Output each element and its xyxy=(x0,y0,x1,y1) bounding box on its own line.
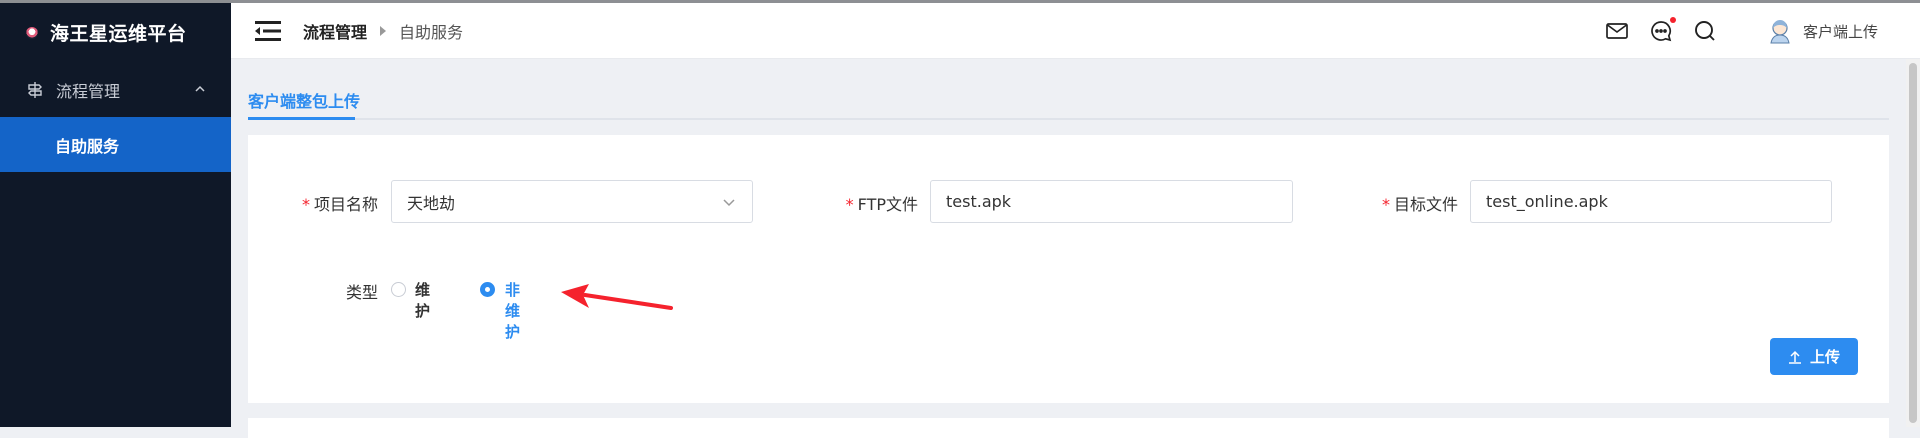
notification-dot xyxy=(1669,17,1676,23)
ftp-file-input[interactable]: test.apk xyxy=(930,180,1293,223)
ftp-file-value: test.apk xyxy=(946,192,1012,211)
project-name-label-text: 项目名称 xyxy=(314,195,379,214)
type-label: 类型 xyxy=(345,283,378,302)
radio-maintenance-label[interactable]: 维护 xyxy=(415,279,430,321)
target-file-input[interactable]: test_online.apk xyxy=(1470,180,1832,223)
sidebar-group-process[interactable]: 流程管理 xyxy=(0,62,231,117)
sidebar-item-label: 自助服务 xyxy=(55,136,120,156)
breadcrumb: 流程管理 自助服务 xyxy=(303,19,463,43)
radio-maintenance[interactable] xyxy=(391,282,406,297)
target-file-label-text: 目标文件 xyxy=(1393,195,1458,214)
project-name-label: * 项目名称 xyxy=(302,191,378,215)
radio-non-maintenance-label[interactable]: 非维护 xyxy=(505,279,520,342)
ftp-file-label-text: FTP文件 xyxy=(857,195,918,214)
upload-form-card: * 项目名称 天地劫 * FTP文件 test.apk * 目标文件 test_onl… xyxy=(248,135,1889,403)
project-name-select[interactable]: 天地劫 xyxy=(391,180,753,223)
brand[interactable]: 海王星运维平台 xyxy=(0,3,231,62)
chat-bubble-icon xyxy=(1651,21,1672,42)
header-actions: 客户端上传 xyxy=(1605,3,1920,59)
caret-right-icon xyxy=(380,25,387,36)
upload-icon xyxy=(1788,350,1801,364)
mail-icon[interactable] xyxy=(1605,19,1629,43)
upload-button-label: 上传 xyxy=(1809,348,1840,366)
top-header: 流程管理 自助服务 客户端上传 xyxy=(231,3,1920,59)
chevron-up-icon[interactable] xyxy=(193,82,207,96)
breadcrumb-item-current: 自助服务 xyxy=(399,22,464,42)
breadcrumb-item-process[interactable]: 流程管理 xyxy=(303,19,367,43)
search-icon[interactable] xyxy=(1693,19,1717,43)
result-card xyxy=(248,418,1889,438)
page-scrollbar[interactable] xyxy=(1906,59,1920,427)
brand-title: 海王星运维平台 xyxy=(50,23,187,45)
chevron-down-icon xyxy=(723,199,735,207)
radio-non-maintenance[interactable] xyxy=(480,282,495,297)
ftp-file-label: * FTP文件 xyxy=(826,191,918,215)
user-name[interactable]: 客户端上传 xyxy=(1803,21,1878,42)
project-name-value: 天地劫 xyxy=(407,193,456,213)
target-file-value: test_online.apk xyxy=(1486,192,1608,211)
required-mark: * xyxy=(845,195,854,214)
signpost-icon xyxy=(28,81,42,98)
sidebar-group-label: 流程管理 xyxy=(56,81,121,101)
required-mark: * xyxy=(1381,195,1390,214)
required-mark: * xyxy=(302,195,310,214)
message-button[interactable] xyxy=(1649,17,1676,43)
tab-bar: 客户端整包上传 xyxy=(248,80,1889,120)
tab-active-indicator xyxy=(248,117,355,120)
upload-button[interactable]: 上传 xyxy=(1770,338,1858,375)
tab-client-package-upload[interactable]: 客户端整包上传 xyxy=(248,88,360,112)
scrollbar-thumb[interactable] xyxy=(1909,63,1917,423)
red-arrow-annotation xyxy=(561,284,673,310)
user-avatar-icon[interactable] xyxy=(1767,18,1793,44)
sidebar: 海王星运维平台 流程管理 自助服务 xyxy=(0,3,231,427)
logo-icon xyxy=(26,26,38,39)
target-file-label: * 目标文件 xyxy=(1378,191,1458,215)
menu-fold-icon[interactable] xyxy=(255,20,281,42)
sidebar-item-self-service[interactable]: 自助服务 xyxy=(0,117,231,172)
